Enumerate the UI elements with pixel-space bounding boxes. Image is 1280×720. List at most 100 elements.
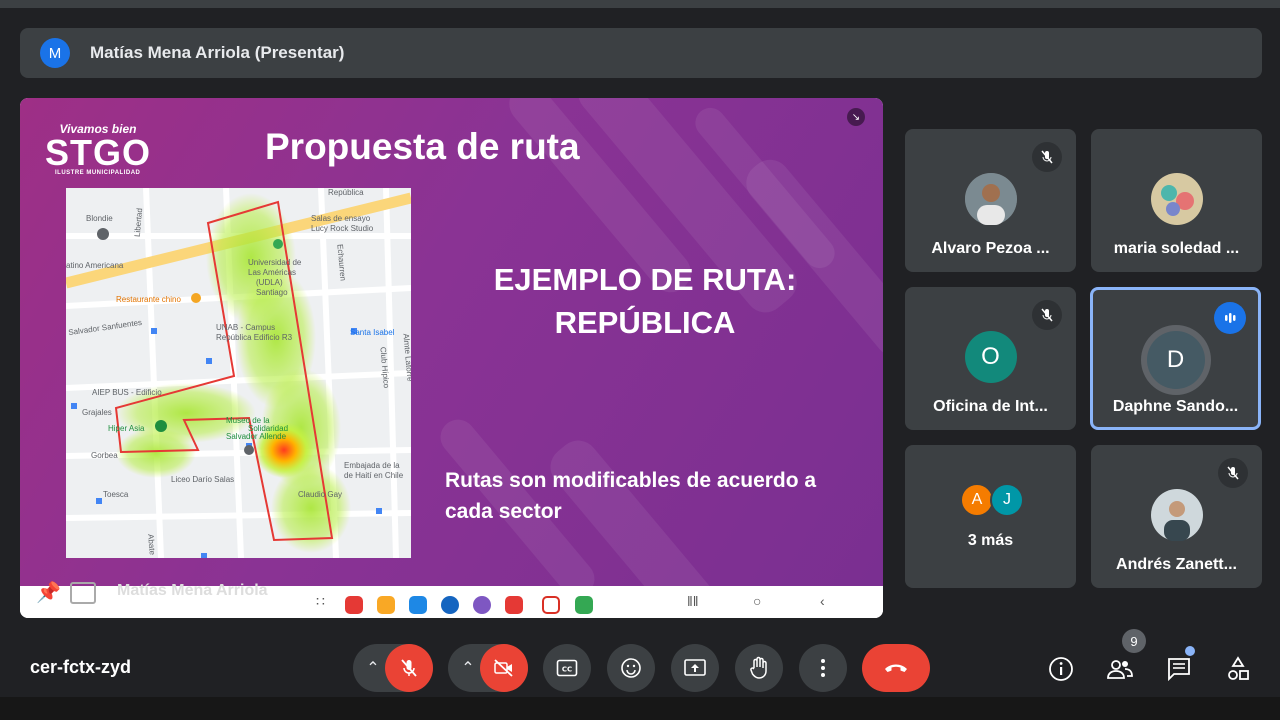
mic-off-icon — [1032, 300, 1062, 330]
apps-grid-icon: ∷ — [316, 593, 325, 609]
map-label: Salas de ensayo — [311, 214, 371, 223]
meeting-details-button[interactable] — [1045, 653, 1077, 685]
presenter-title: Matías Mena Arriola (Presentar) — [90, 43, 345, 62]
people-icon — [1107, 660, 1133, 679]
pin-icon[interactable]: 📌 — [36, 580, 61, 605]
speaking-indicator-icon — [1214, 302, 1246, 334]
app-icon — [345, 596, 363, 614]
calendar-app-icon — [409, 596, 427, 614]
chat-icon — [1168, 658, 1190, 682]
participant-tile-speaking[interactable]: D Daphne Sando... — [1090, 287, 1261, 430]
more-participants-tile[interactable]: A J 3 más — [905, 445, 1076, 588]
avatar: J — [990, 483, 1024, 517]
map-label: AIEP BUS - Edificio — [92, 388, 162, 397]
map-label: Embajada de la — [344, 461, 400, 470]
map-label: Claudio Gay — [298, 490, 343, 499]
participant-name: Alvaro Pezoa ... — [931, 240, 1050, 257]
share-presenter-name: Matías Mena Arriola — [117, 582, 268, 599]
map-label: Universidad de — [248, 258, 302, 267]
presenter-bar: M Matías Mena Arriola (Presentar) — [20, 28, 1262, 78]
more-options-button[interactable] — [799, 644, 847, 692]
people-button[interactable] — [1104, 653, 1136, 685]
participant-tile[interactable]: Alvaro Pezoa ... — [905, 129, 1076, 272]
camera-off-icon — [494, 659, 513, 677]
mic-off-icon — [1218, 458, 1248, 488]
more-options-icon — [821, 659, 825, 677]
presenter-avatar: M — [40, 38, 70, 68]
avatar: A — [960, 483, 994, 517]
avatar — [1150, 489, 1203, 541]
presentation-stage[interactable]: Vivamos bien STGO ILUSTRE MUNICIPALIDAD … — [20, 98, 883, 618]
mic-off-icon — [401, 659, 417, 677]
present-button[interactable] — [671, 644, 719, 692]
more-participants-label: 3 más — [967, 532, 1014, 549]
gmail-app-icon — [542, 596, 560, 614]
map-label: Hiper Asia — [108, 424, 145, 433]
santiago-logo: Vivamos bien STGO ILUSTRE MUNICIPALIDAD — [45, 122, 165, 176]
activities-button[interactable] — [1222, 653, 1254, 685]
map-label: Restaurante chino — [116, 295, 181, 304]
slide-title: Propuesta de ruta — [265, 126, 580, 167]
end-call-icon — [885, 664, 907, 672]
chat-button[interactable] — [1163, 653, 1195, 685]
minimize-icon[interactable]: ↘ — [847, 108, 865, 126]
map-label: Grajales — [82, 408, 112, 417]
avatar: O — [964, 331, 1017, 383]
map-label: Abate — [146, 533, 157, 556]
map-label: Santiago — [256, 288, 288, 297]
mic-off-icon — [1032, 142, 1062, 172]
logo-main: STGO — [45, 132, 152, 173]
participant-count-badge: 9 — [1122, 629, 1146, 653]
system-bottom-strip — [0, 697, 1280, 720]
map-label: Blondie — [86, 214, 113, 223]
map-label: Toesca — [103, 490, 129, 499]
mic-toggle-button[interactable] — [385, 644, 433, 692]
participant-name: Daphne Sando... — [1112, 398, 1239, 415]
presentation-screen-icon — [70, 582, 96, 604]
heading-line-2: REPÚBLICA — [554, 305, 736, 340]
raise-hand-icon — [750, 656, 767, 679]
avatar: D — [1146, 331, 1205, 389]
map-label: Las Américas — [248, 268, 297, 277]
camera-toggle-button[interactable] — [480, 644, 528, 692]
slide-heading: EJEMPLO DE RUTA: REPÚBLICA — [450, 258, 840, 344]
map-label: Salvador Allende — [226, 432, 287, 441]
map-label: Lucy Rock Studio — [311, 224, 374, 233]
back-icon: ‹ — [820, 593, 825, 609]
map-label: UNAB - Campus — [216, 323, 276, 332]
shared-slide: Vivamos bien STGO ILUSTRE MUNICIPALIDAD … — [20, 98, 883, 586]
home-icon: ○ — [753, 593, 762, 609]
more-avatars: A J — [960, 483, 1024, 517]
slide-note: Rutas son modificables de acuerdo a cada… — [445, 469, 817, 523]
map-label: Santa Isabel — [350, 328, 395, 337]
chat-app-icon — [441, 596, 459, 614]
route-heatmap: Blondie Libertad atino Americana Repúbli… — [66, 188, 411, 558]
meeting-code: cer-fctx-zyd — [30, 657, 132, 677]
present-screen-icon — [684, 659, 706, 676]
raise-hand-button[interactable] — [735, 644, 783, 692]
map-label: Liceo Darío Salas — [171, 475, 235, 484]
camera-app-icon — [505, 596, 523, 614]
closed-captions-icon: CC — [556, 659, 578, 677]
participant-tile[interactable]: O Oficina de Int... — [905, 287, 1076, 430]
map-label: atino Americana — [66, 261, 124, 270]
map-label: (UDLA) — [256, 278, 283, 287]
map-label: República — [328, 188, 364, 197]
recents-icon: ‖‖ — [687, 593, 699, 609]
emoji-icon — [621, 658, 641, 678]
map-graphic — [66, 188, 411, 558]
end-call-button[interactable] — [862, 644, 930, 692]
reactions-button[interactable] — [607, 644, 655, 692]
meet-app-icon — [575, 596, 593, 614]
chat-notification-dot — [1185, 646, 1195, 656]
avatar — [1150, 173, 1203, 225]
avatar — [964, 173, 1017, 225]
captions-button[interactable]: CC — [543, 644, 591, 692]
participant-name: Oficina de Int... — [933, 398, 1048, 415]
map-label: Gorbea — [91, 451, 118, 460]
map-label: de Haití en Chile — [344, 471, 404, 480]
participant-name: maria soledad ... — [1113, 240, 1240, 257]
participant-tile[interactable]: Andrés Zanett... — [1091, 445, 1262, 588]
folder-app-icon — [377, 596, 395, 614]
participant-tile[interactable]: maria soledad ... — [1091, 129, 1262, 272]
